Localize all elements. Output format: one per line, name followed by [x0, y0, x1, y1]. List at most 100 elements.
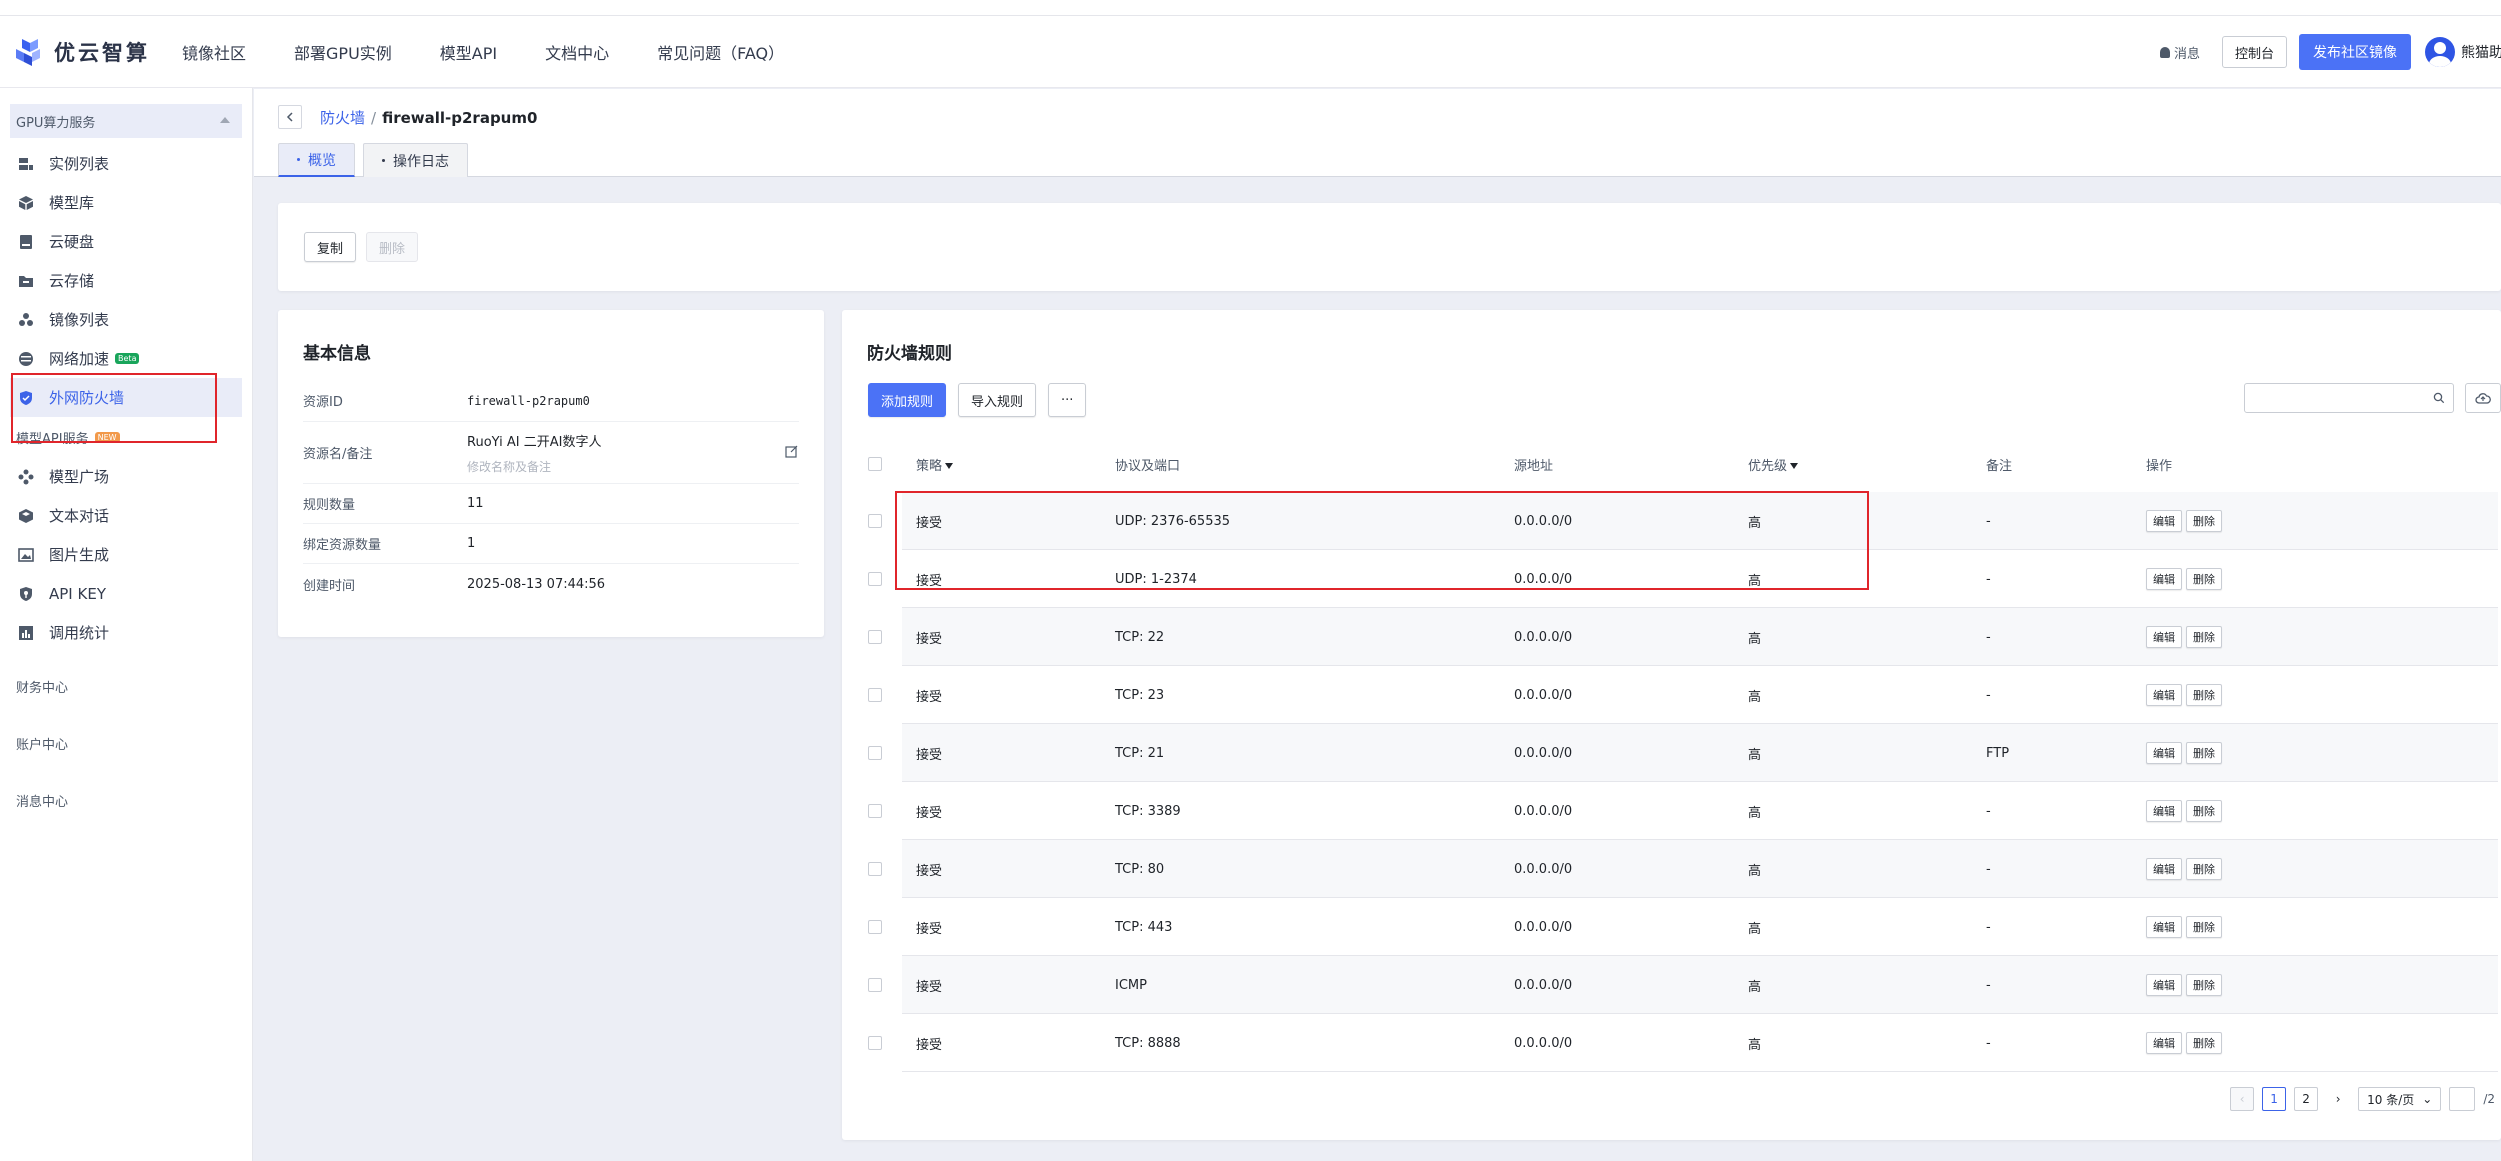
page-2-button[interactable]: 2 [2294, 1087, 2319, 1111]
delete-rule-button[interactable]: 删除 [2186, 510, 2222, 532]
breadcrumb-separator: / [371, 109, 377, 127]
delete-rule-button[interactable]: 删除 [2186, 974, 2222, 996]
delete-rule-button[interactable]: 删除 [2186, 742, 2222, 764]
row-checkbox[interactable] [868, 688, 882, 702]
cell-actions: 编辑 删除 [2146, 626, 2226, 648]
cell-source: 0.0.0.0/0 [1514, 803, 1573, 819]
row-checkbox[interactable] [868, 804, 882, 818]
chevron-down-icon: ⌄ [2422, 1092, 2433, 1106]
nav-faq[interactable]: 常见问题（FAQ） [657, 40, 784, 64]
sidebar-section-messages[interactable]: 消息中心 [0, 772, 252, 829]
nav-docs[interactable]: 文档中心 [545, 40, 609, 64]
sidebar-item-text-chat[interactable]: 文本对话 [0, 496, 252, 535]
page-jump-input[interactable] [2449, 1087, 2476, 1111]
col-port: 协议及端口 [1115, 458, 1181, 474]
sidebar-item-api-key[interactable]: API KEY [0, 574, 252, 613]
delete-rule-button[interactable]: 删除 [2186, 916, 2222, 938]
search-input[interactable] [2244, 383, 2454, 413]
delete-rule-button[interactable]: 删除 [2186, 858, 2222, 880]
row-checkbox[interactable] [868, 978, 882, 992]
row-checkbox[interactable] [868, 630, 882, 644]
sidebar-item-image-gen[interactable]: 图片生成 [0, 535, 252, 574]
refresh-button[interactable] [2465, 383, 2501, 413]
copy-button[interactable]: 复制 [304, 232, 357, 262]
row-checkbox[interactable] [868, 572, 882, 586]
table-row: 接受 TCP: 22 0.0.0.0/0 高 - 编辑 删除 [868, 608, 2498, 666]
col-label: 优先级 [1748, 458, 1788, 474]
sidebar-item-model-library[interactable]: 模型库 [0, 183, 252, 222]
add-rule-button[interactable]: 添加规则 [868, 383, 947, 417]
breadcrumb-parent[interactable]: 防火墙 [320, 109, 365, 127]
filter-icon[interactable] [945, 463, 954, 469]
sidebar-item-instances[interactable]: 实例列表 [0, 144, 252, 183]
publish-image-button[interactable]: 发布社区镜像 [2299, 34, 2411, 70]
nav-image-community[interactable]: 镜像社区 [182, 40, 246, 64]
page-1-button[interactable]: 1 [2262, 1087, 2287, 1111]
import-rule-button[interactable]: 导入规则 [958, 383, 1037, 417]
nav-deploy-gpu[interactable]: 部署GPU实例 [294, 40, 392, 64]
delete-rule-button[interactable]: 删除 [2186, 1032, 2222, 1054]
delete-button[interactable]: 删除 [366, 232, 419, 262]
sidebar-group-label: GPU算力服务 [16, 115, 96, 131]
sidebar-item-cloud-disk[interactable]: 云硬盘 [0, 222, 252, 261]
edit-icon[interactable] [785, 444, 799, 458]
delete-rule-button[interactable]: 删除 [2186, 626, 2222, 648]
nav-model-api[interactable]: 模型API [440, 40, 497, 64]
filter-icon[interactable] [1790, 463, 1799, 469]
edit-rule-button[interactable]: 编辑 [2146, 974, 2182, 996]
edit-rule-button[interactable]: 编辑 [2146, 1032, 2182, 1054]
edit-rule-button[interactable]: 编辑 [2146, 742, 2182, 764]
bar-stats-icon [19, 625, 33, 640]
sidebar-item-usage-stats[interactable]: 调用统计 [0, 613, 252, 652]
edit-rule-button[interactable]: 编辑 [2146, 800, 2182, 822]
tab-operation-log[interactable]: 操作日志 [363, 143, 468, 177]
avatar[interactable] [2425, 37, 2455, 67]
logo[interactable]: 优云智算 [12, 35, 162, 69]
cell-actions: 编辑 删除 [2146, 510, 2226, 532]
row-checkbox[interactable] [868, 920, 882, 934]
sidebar-section-finance[interactable]: 财务中心 [0, 658, 252, 715]
cell-remark: - [1986, 861, 1991, 877]
sidebar-item-label: 文本对话 [49, 507, 110, 525]
edit-rule-button[interactable]: 编辑 [2146, 684, 2182, 706]
sidebar-item-cloud-storage[interactable]: 云存储 [0, 261, 252, 300]
delete-rule-button[interactable]: 删除 [2186, 684, 2222, 706]
sidebar-item-label: 云硬盘 [49, 233, 95, 251]
edit-rule-button[interactable]: 编辑 [2146, 858, 2182, 880]
chevron-left-icon [286, 112, 293, 122]
delete-rule-button[interactable]: 删除 [2186, 568, 2222, 590]
actions-card: 复制 删除 [278, 203, 2501, 291]
edit-rule-button[interactable]: 编辑 [2146, 510, 2182, 532]
delete-rule-button[interactable]: 删除 [2186, 800, 2222, 822]
sidebar-group-gpu[interactable]: GPU算力服务 [10, 104, 242, 138]
sidebar-section-account[interactable]: 账户中心 [0, 715, 252, 772]
username[interactable]: 熊猫助手 [2461, 42, 2501, 62]
select-all-checkbox[interactable] [868, 457, 882, 471]
info-row: 资源名/备注 RuoYi AI 二开AI数字人 修改名称及备注 [303, 422, 799, 484]
next-page-button[interactable]: › [2326, 1087, 2350, 1111]
col-priority[interactable]: 优先级 [1748, 455, 1799, 474]
model-cube-icon [19, 195, 33, 210]
back-button[interactable] [278, 105, 302, 129]
tabs: 概览 操作日志 [278, 143, 476, 177]
sidebar-item-model-square[interactable]: 模型广场 [0, 457, 252, 496]
col-policy[interactable]: 策略 [916, 455, 954, 474]
sidebar-item-image-list[interactable]: 镜像列表 [0, 300, 252, 339]
edit-rule-button[interactable]: 编辑 [2146, 568, 2182, 590]
row-checkbox[interactable] [868, 862, 882, 876]
messages-link[interactable]: 消息 [2159, 43, 2200, 62]
page-size-select[interactable]: 10 条/页 ⌄ [2358, 1087, 2442, 1111]
row-checkbox[interactable] [868, 746, 882, 760]
sidebar-item-label: 网络加速 [49, 350, 110, 368]
cell-port: TCP: 3389 [1115, 803, 1181, 819]
console-button[interactable]: 控制台 [2221, 36, 2287, 68]
prev-page-button[interactable]: ‹ [2230, 1087, 2255, 1111]
search-icon [2433, 392, 2445, 404]
row-checkbox[interactable] [868, 514, 882, 528]
row-checkbox[interactable] [868, 1036, 882, 1050]
more-button[interactable]: ··· [1048, 383, 1087, 417]
edit-rule-button[interactable]: 编辑 [2146, 916, 2182, 938]
info-key: 资源名/备注 [303, 447, 373, 462]
edit-rule-button[interactable]: 编辑 [2146, 626, 2182, 648]
tab-overview[interactable]: 概览 [278, 143, 355, 177]
